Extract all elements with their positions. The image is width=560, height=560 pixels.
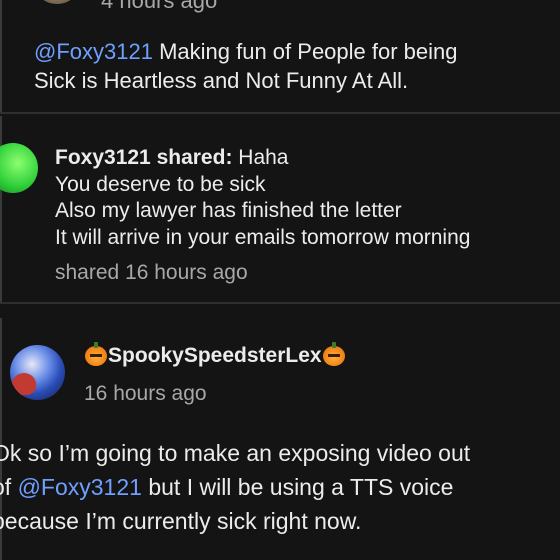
comment-item: 4 hours ago @Foxy3121 Making fun of Peop… [0, 0, 560, 112]
comment-text-line1: Ok so I’m going to make an exposing vide… [0, 440, 471, 466]
shared-line: Also my lawyer has finished the letter [55, 199, 402, 222]
comment-item: SpookySpeedsterLex 16 hours ago Ok so I’… [0, 318, 560, 560]
comments-feed: 4 hours ago @Foxy3121 Making fun of Peop… [0, 0, 560, 560]
comment-text-prefix: of [0, 474, 12, 500]
comment-text-line1: Making fun of People for being [159, 39, 458, 64]
pumpkin-emoji-icon [322, 342, 345, 366]
shared-line: It will arrive in your emails tomorrow m… [55, 225, 471, 249]
comment-text-line2: Sick is Heartless and Not Funny At All. [34, 68, 409, 93]
user-mention-link[interactable]: @Foxy3121 [34, 39, 153, 64]
shared-action: shared: [156, 146, 233, 169]
comment-username-text: SpookySpeedsterLex [108, 344, 322, 367]
comment-text-line3: because I’m currently sick right now. [0, 508, 362, 534]
comment-timestamp: 4 hours ago [101, 0, 218, 13]
shared-line: You deserve to be sick [55, 172, 266, 196]
shared-item: Foxy3121 shared: Haha You deserve to be … [0, 116, 560, 302]
shared-message: Foxy3121 shared: Haha You deserve to be … [55, 145, 470, 251]
comment-timestamp: 16 hours ago [84, 382, 207, 405]
avatar[interactable] [10, 345, 65, 400]
divider [0, 302, 560, 304]
avatar[interactable] [0, 143, 38, 193]
comment-username[interactable]: SpookySpeedsterLex [84, 342, 346, 368]
shared-line: Haha [238, 146, 289, 169]
comment-body: @Foxy3121 Making fun of People for being… [34, 37, 554, 95]
comment-text-suffix: but I will be using a TTS voice [148, 474, 454, 500]
shared-username[interactable]: Foxy3121 [55, 146, 151, 169]
avatar[interactable] [32, 0, 82, 4]
comment-body: Ok so I’m going to make an exposing vide… [0, 436, 560, 538]
user-mention-link[interactable]: @Foxy3121 [18, 474, 142, 500]
divider [0, 112, 560, 114]
pumpkin-emoji-icon [85, 342, 107, 366]
shared-timestamp: shared 16 hours ago [55, 261, 248, 284]
